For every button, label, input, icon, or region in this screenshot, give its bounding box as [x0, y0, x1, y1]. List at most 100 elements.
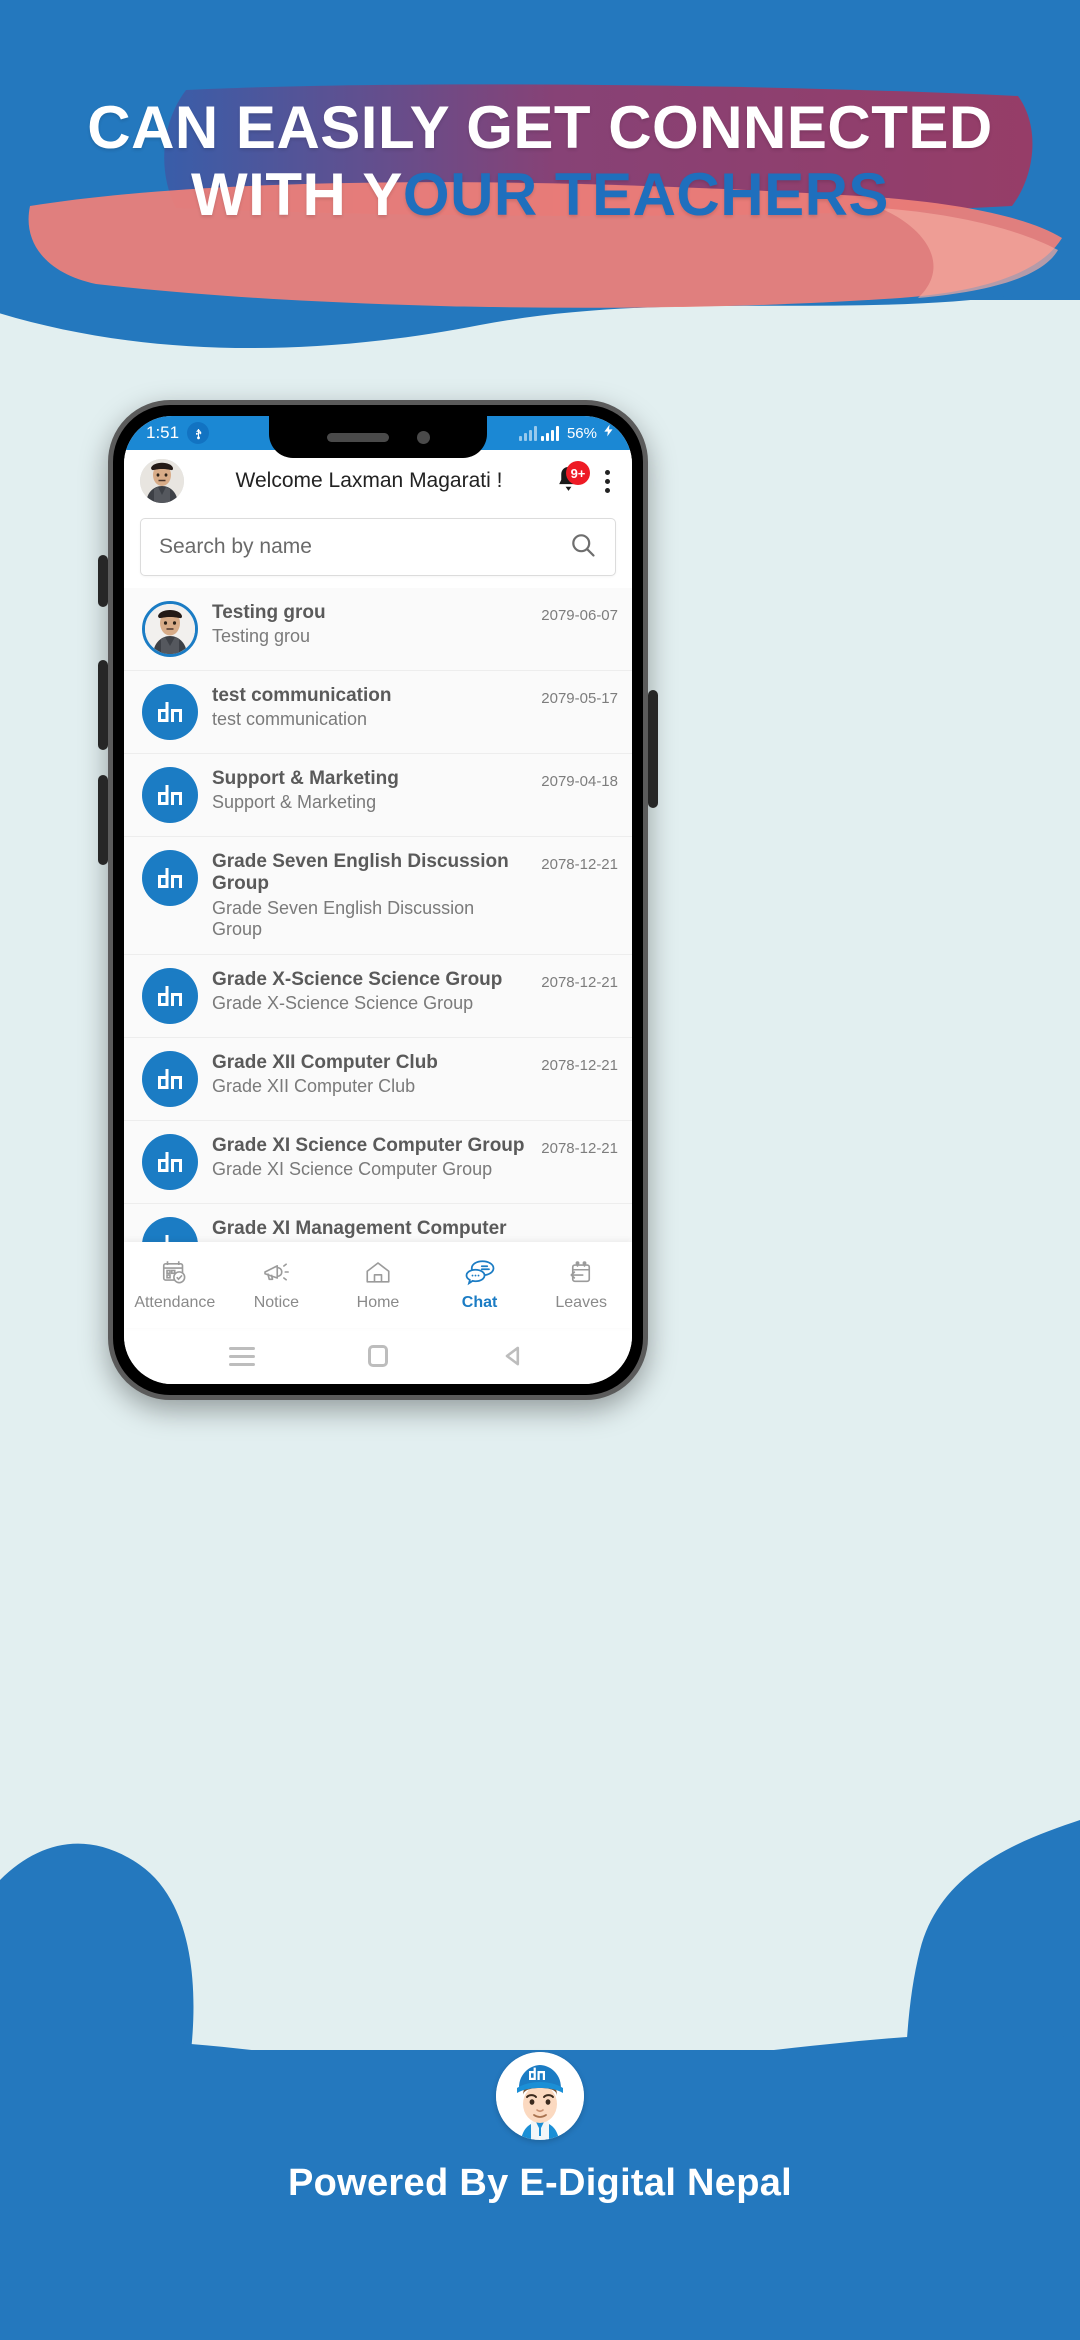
nav-label: Notice — [253, 1294, 300, 1311]
recents-button[interactable] — [226, 1340, 258, 1372]
chat-list[interactable]: Testing grou Testing grou 2079-06-07 tes… — [124, 588, 632, 1242]
menu-lines-icon — [229, 1346, 255, 1366]
charging-bolt-icon — [602, 422, 616, 444]
list-item-body: Grade XI Science Computer Group Grade XI… — [212, 1134, 527, 1181]
chat-date: 2079-06-07 — [541, 607, 618, 624]
dn-logo-icon — [145, 853, 195, 903]
headline-block: CAN EASILY GET CONNECTED WITH YOUR TEACH… — [0, 78, 1080, 328]
status-bar-left: 1:51 — [124, 422, 210, 444]
avatar — [142, 684, 198, 740]
list-item-body: Grade Seven English Discussion Group Gra… — [212, 850, 527, 941]
list-item[interactable]: Grade XII Computer Club Grade XII Comput… — [124, 1038, 632, 1121]
phone-notch — [269, 416, 487, 458]
calendar-arrow-icon — [570, 1261, 591, 1283]
nav-item-attendance[interactable]: Attendance — [124, 1258, 226, 1312]
list-item[interactable]: Support & Marketing Support & Marketing … — [124, 754, 632, 837]
headline-line-2-white: WITH Y — [191, 161, 403, 229]
avatar — [142, 968, 198, 1024]
phone-button-volume-up — [98, 660, 108, 750]
list-item[interactable]: test communication test communication 20… — [124, 671, 632, 754]
chat-subtitle: Grade XII Computer Club — [212, 1076, 416, 1097]
page-title: Welcome Laxman Magarati ! — [235, 469, 503, 492]
chat-title: test communication — [212, 685, 392, 706]
nav-item-chat[interactable]: Chat — [429, 1258, 531, 1312]
notifications-button[interactable]: 9+ — [554, 461, 590, 498]
dn-mascot-icon — [496, 2052, 584, 2140]
nav-item-home[interactable]: Home — [327, 1258, 429, 1312]
avatar — [142, 601, 198, 657]
status-time: 1:51 — [146, 423, 180, 442]
dn-logo-icon — [145, 1054, 195, 1104]
usb-icon — [187, 422, 210, 444]
chat-title: Testing grou — [212, 602, 326, 623]
earpiece-speaker — [326, 432, 389, 442]
avatar — [142, 767, 198, 823]
android-navigation-bar — [124, 1328, 632, 1384]
app-header: Welcome Laxman Magarati ! 9+ — [124, 450, 632, 512]
headline-line-2: WITH YOUR TEACHERS — [0, 161, 1080, 228]
list-item[interactable]: Grade Seven English Discussion Group Gra… — [124, 837, 632, 955]
chat-subtitle: test communication — [212, 709, 368, 730]
chat-date: 2079-05-17 — [541, 690, 618, 707]
chat-date: 2078-12-21 — [541, 856, 618, 873]
mascot-logo — [496, 2052, 584, 2140]
kebab-menu-icon[interactable] — [596, 464, 618, 498]
chat-bubbles-icon — [465, 1260, 494, 1286]
list-item[interactable]: Testing grou Testing grou 2079-06-07 — [124, 588, 632, 671]
dn-logo-icon — [145, 971, 195, 1021]
phone-mockup: 1:51 56% Welcome Laxman Magarati ! 9+ Se… — [98, 400, 658, 1400]
search-section — [124, 512, 632, 588]
phone-screen: 1:51 56% Welcome Laxman Magarati ! 9+ Se… — [124, 416, 632, 1384]
dn-logo-icon — [145, 770, 195, 820]
back-button[interactable] — [498, 1340, 530, 1372]
chat-subtitle: Grade Seven English Discussion Group — [212, 897, 475, 940]
search-box[interactable] — [140, 518, 616, 576]
phone-button-volume-down — [98, 775, 108, 865]
list-item-body: Support & Marketing Support & Marketing — [212, 767, 527, 814]
signal-icon-sim1 — [518, 425, 537, 441]
front-camera — [416, 430, 430, 444]
signal-icon-sim2 — [540, 425, 559, 441]
avatar — [142, 1134, 198, 1190]
nav-label: Attendance — [134, 1294, 216, 1311]
list-item-body: Testing grou Testing grou — [212, 601, 527, 648]
headline-text: CAN EASILY GET CONNECTED WITH YOUR TEACH… — [0, 78, 1080, 228]
status-badge: 9+ — [566, 461, 590, 485]
back-triangle-icon — [505, 1346, 520, 1366]
home-square-icon — [368, 1345, 388, 1367]
chat-date: 2078-12-21 — [541, 974, 618, 991]
avatar — [142, 1217, 198, 1242]
list-item[interactable]: Grade XI Science Computer Group Grade XI… — [124, 1121, 632, 1204]
dn-logo-icon — [145, 1220, 195, 1242]
list-item[interactable]: Grade XI Management Computer — [124, 1204, 632, 1242]
nav-item-leaves[interactable]: Leaves — [530, 1258, 632, 1312]
chat-title: Grade XI Management Computer — [212, 1218, 507, 1239]
home-icon — [366, 1262, 390, 1283]
nav-item-notice[interactable]: Notice — [226, 1258, 328, 1312]
search-input[interactable] — [159, 535, 569, 559]
avatar[interactable] — [140, 459, 184, 503]
phone-button-power — [648, 690, 658, 808]
bottom-navigation: Attendance Notice Home Chat Leaves — [124, 1242, 632, 1328]
chat-title: Support & Marketing — [212, 768, 399, 789]
headline-line-1: CAN EASILY GET CONNECTED — [87, 94, 993, 161]
list-item-body: test communication test communication — [212, 684, 527, 731]
dn-logo-icon — [145, 687, 195, 737]
footer: Powered By E-Digital Nepal — [0, 2040, 1080, 2340]
user-avatar-photo — [140, 459, 184, 503]
promo-page: CAN EASILY GET CONNECTED WITH YOUR TEACH… — [0, 0, 1080, 2340]
list-item[interactable]: Grade X-Science Science Group Grade X-Sc… — [124, 955, 632, 1038]
chat-date: 2079-04-18 — [541, 773, 618, 790]
nav-label: Leaves — [555, 1294, 607, 1311]
chat-title: Grade Seven English Discussion Group — [212, 851, 509, 895]
search-icon[interactable] — [569, 531, 597, 564]
chat-title: Grade X-Science Science Group — [212, 969, 503, 990]
list-item-body: Grade XI Management Computer — [212, 1217, 618, 1240]
chat-subtitle: Support & Marketing — [212, 792, 377, 813]
home-button[interactable] — [362, 1340, 394, 1372]
chat-subtitle: Grade XI Science Computer Group — [212, 1159, 493, 1180]
chat-date: 2078-12-21 — [541, 1140, 618, 1157]
chat-subtitle: Grade X-Science Science Group — [212, 993, 474, 1014]
battery-percent: 56% — [566, 424, 597, 442]
nav-label: Chat — [461, 1294, 498, 1311]
